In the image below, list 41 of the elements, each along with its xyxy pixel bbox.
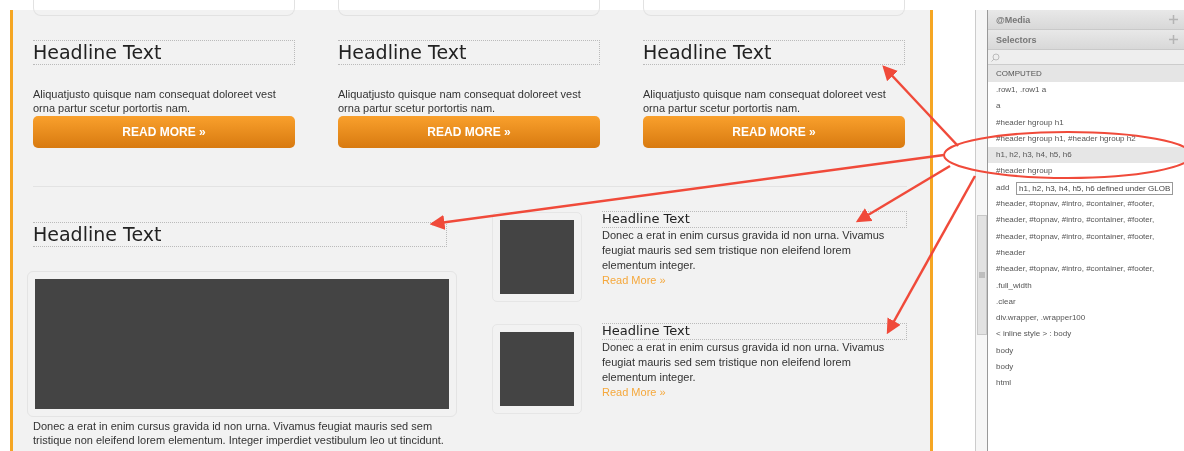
plus-icon[interactable] <box>1169 35 1178 44</box>
tooltip: h1, h2, h3, h4, h5, h6 defined under GLOB <box>1016 182 1174 195</box>
selector-row[interactable]: #header hgroup <box>988 163 1055 180</box>
selector-row[interactable]: html <box>988 375 1014 392</box>
grip-icon <box>979 272 985 278</box>
selector-row[interactable]: a <box>988 98 1003 115</box>
selector-row[interactable]: body <box>988 359 1016 376</box>
search-icon <box>991 52 1000 62</box>
body-text: Donec a erat in enim cursus gravida id non urna. Vivamus feugiat mauris sed sem tristique non eleifend lorem elementum integer. <box>602 340 886 385</box>
headline: Headline Text <box>602 323 907 340</box>
selector-row[interactable]: #header, #topnav, #intro, #container, #footer, <box>988 261 1157 278</box>
selector-row[interactable]: .row1, .row1 a <box>988 82 1049 99</box>
scrollbar[interactable] <box>975 10 987 451</box>
selector-row[interactable]: < inline style > : body <box>988 326 1074 343</box>
headline: Headline Text <box>33 40 295 65</box>
selector-row[interactable]: div.wrapper, .wrapper100 <box>988 310 1088 327</box>
list-header: COMPUTED <box>988 65 1184 82</box>
selector-row[interactable]: #header hgroup h1, #header hgroup h2 <box>988 130 1138 148</box>
body-text: Aliquatjusto quisque nam consequat doloreet vest orna partur scetur portortis nam. <box>643 87 887 115</box>
body-text: Aliquatjusto quisque nam consequat doloreet vest orna partur scetur portortis nam. <box>33 87 277 115</box>
selector-row[interactable]: #header, #topnav, #intro, #container, #footer, <box>988 228 1157 245</box>
headline: Headline Text <box>33 222 447 247</box>
selector-row[interactable]: .clear <box>988 293 1018 311</box>
selector-row[interactable]: .full_width <box>988 277 1034 294</box>
selector-row[interactable]: #header, #topnav, #intro, #container, #footer, <box>988 196 1157 213</box>
plus-icon[interactable] <box>1169 15 1178 24</box>
search-field[interactable] <box>988 50 1184 65</box>
body-text: Donec a erat in enim cursus gravida id non urna. Vivamus feugiat mauris sed sem tristique non eleifend lorem elementum. Integer imperdiet vestibulum leo ut tincidunt. <box>33 419 445 447</box>
body-text: Aliquatjusto quisque nam consequat doloreet vest orna partur scetur portortis nam. <box>338 87 582 115</box>
selector-row[interactable]: body <box>988 342 1016 360</box>
selector-row[interactable]: #header <box>988 244 1028 262</box>
section-header[interactable]: Selectors <box>988 30 1184 50</box>
selector-row[interactable]: #header hgroup h1 <box>988 114 1066 131</box>
body-text: Donec a erat in enim cursus gravida id non urna. Vivamus feugiat mauris sed sem tristique non eleifend lorem elementum integer. <box>602 228 886 273</box>
selector-row[interactable]: #header, #topnav, #intro, #container, #footer, <box>988 212 1157 229</box>
headline: Headline Text <box>338 40 600 65</box>
scrollbar-thumb[interactable] <box>977 215 987 335</box>
selector-row[interactable]: add <box>988 179 1012 197</box>
headline: Headline Text <box>602 211 907 228</box>
headline: Headline Text <box>643 40 905 65</box>
selector-row[interactable]: h1, h2, h3, h4, h5, h6 <box>988 147 1184 164</box>
